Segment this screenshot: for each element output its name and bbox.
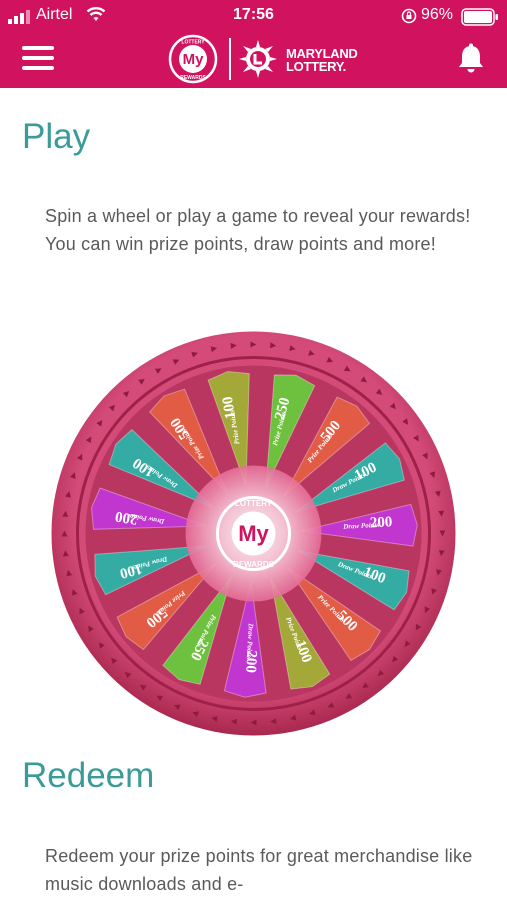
prize-wheel[interactable]: 250Prize Points 500Prize Points100Draw Po… bbox=[50, 330, 457, 737]
battery-icon bbox=[461, 8, 498, 26]
svg-text:LOTTERY: LOTTERY bbox=[235, 499, 273, 508]
hamburger-icon bbox=[22, 46, 54, 50]
svg-text:LOTTERY: LOTTERY bbox=[181, 40, 205, 46]
battery-percentage: 96% bbox=[421, 6, 454, 23]
app-bar: My LOTTERY REWARDS MARYLAND LOTTERY. bbox=[0, 32, 507, 88]
logo-divider bbox=[229, 38, 231, 80]
menu-button[interactable] bbox=[22, 46, 54, 72]
svg-text:REWARDS: REWARDS bbox=[233, 560, 275, 569]
maryland-lottery-wordmark: MARYLAND LOTTERY. bbox=[286, 46, 358, 74]
notifications-bell-icon[interactable] bbox=[455, 42, 487, 76]
redeem-heading: Redeem bbox=[22, 756, 155, 795]
svg-text:My: My bbox=[183, 51, 204, 68]
my-lottery-rewards-logo: My LOTTERY REWARDS bbox=[168, 34, 218, 84]
rotation-lock-icon bbox=[401, 8, 417, 24]
redeem-description: Redeem your prize points for great merch… bbox=[45, 846, 473, 894]
play-heading: Play bbox=[22, 117, 91, 156]
status-bar: Airtel 17:56 96% bbox=[0, 0, 507, 32]
svg-text:REWARDS: REWARDS bbox=[180, 75, 206, 81]
svg-text:My: My bbox=[238, 521, 269, 546]
play-description: Spin a wheel or play a game to reveal yo… bbox=[45, 206, 471, 254]
